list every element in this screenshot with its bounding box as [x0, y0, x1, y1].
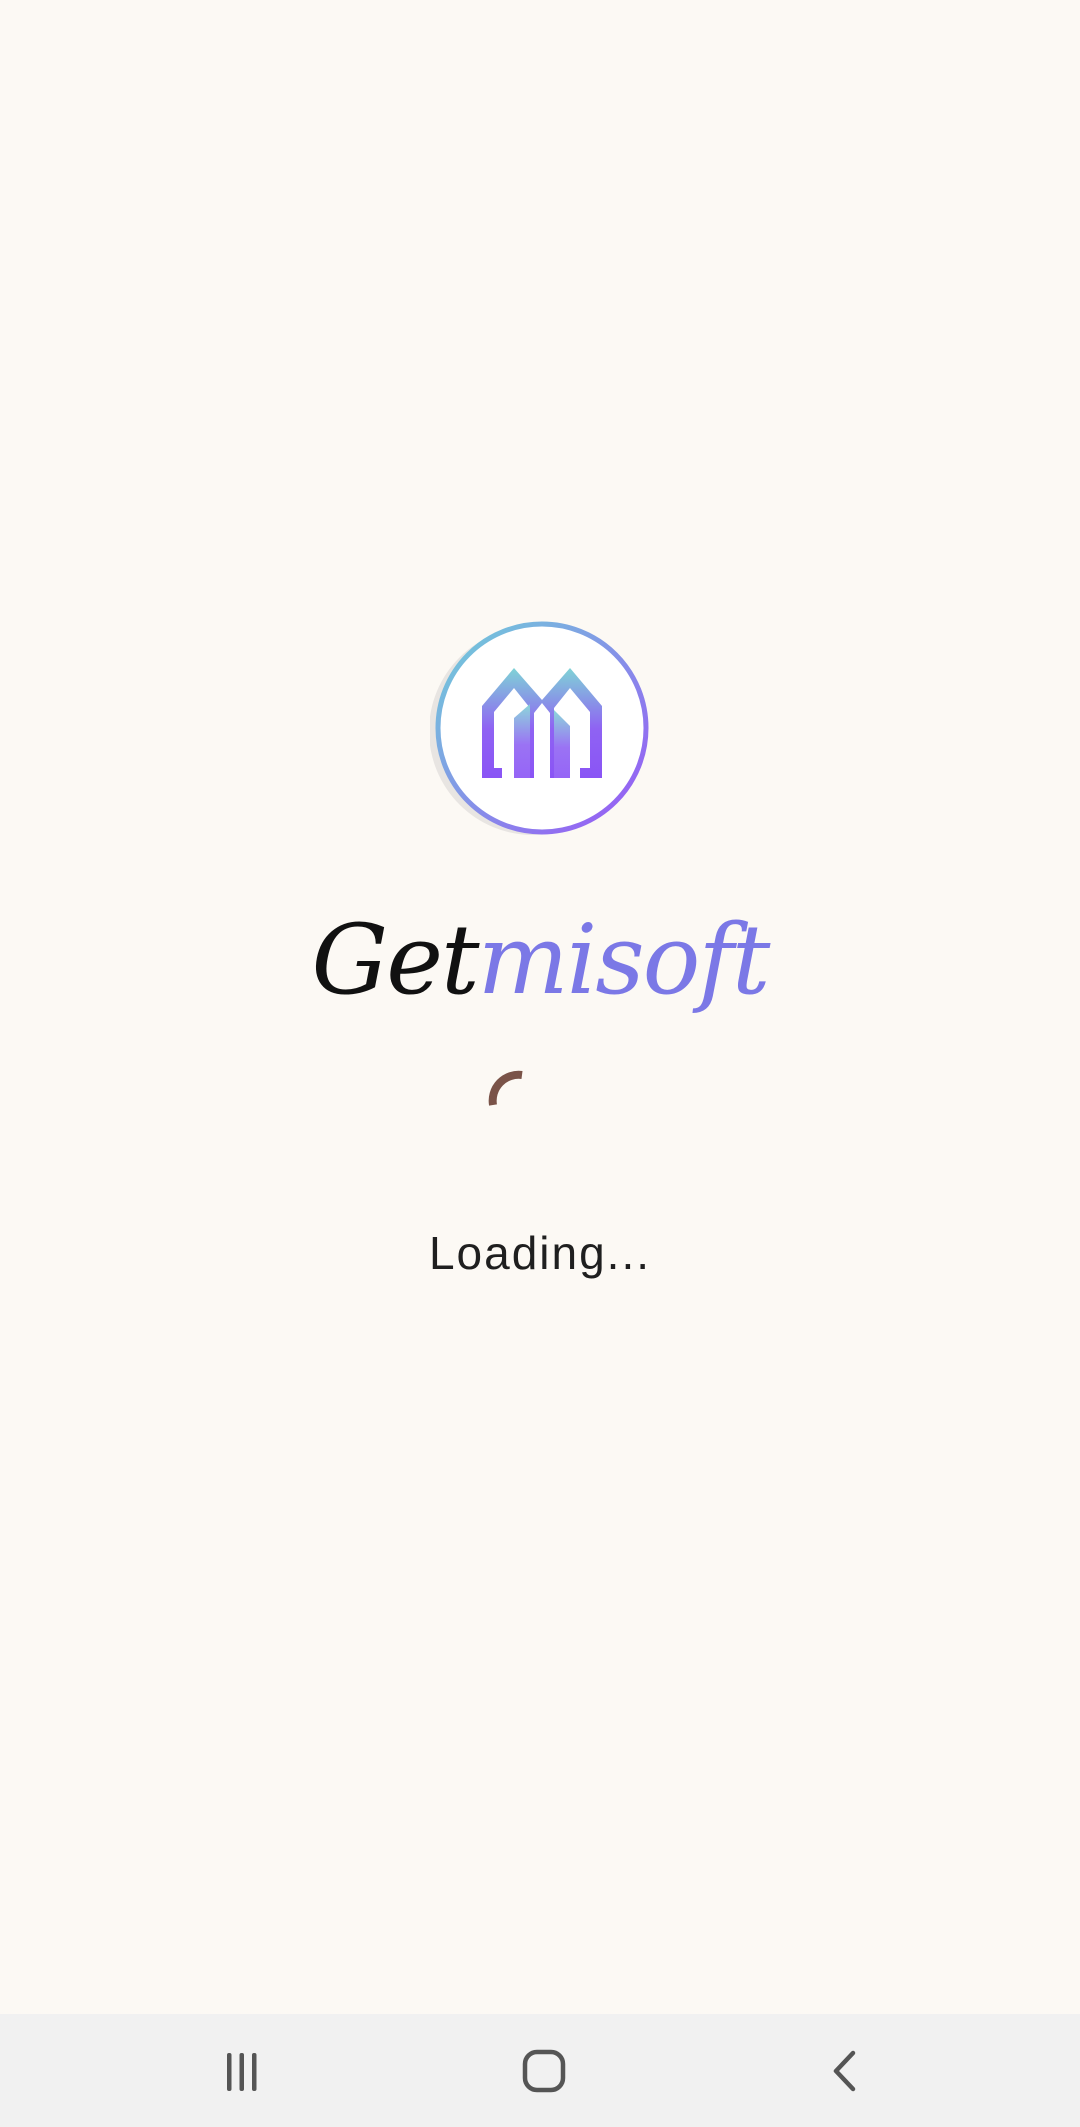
home-icon: [522, 2049, 566, 2093]
back-icon: [833, 2050, 856, 2092]
brand-name-part-a: Get: [311, 904, 480, 1016]
recents-button[interactable]: [197, 2036, 287, 2106]
recents-icon: [227, 2053, 257, 2091]
back-button[interactable]: [801, 2036, 891, 2106]
splash-screen: Getmisoft Loading...: [0, 0, 1080, 2014]
app-logo-icon: [430, 621, 649, 835]
app-brand-name: Getmisoft: [0, 900, 1080, 1020]
loading-spinner-icon: [488, 1070, 523, 1106]
home-button[interactable]: [499, 2036, 589, 2106]
brand-name-part-b: misoft: [477, 904, 771, 1016]
loading-label: Loading...: [428, 1227, 652, 1279]
system-navigation-bar: [0, 2014, 1080, 2127]
